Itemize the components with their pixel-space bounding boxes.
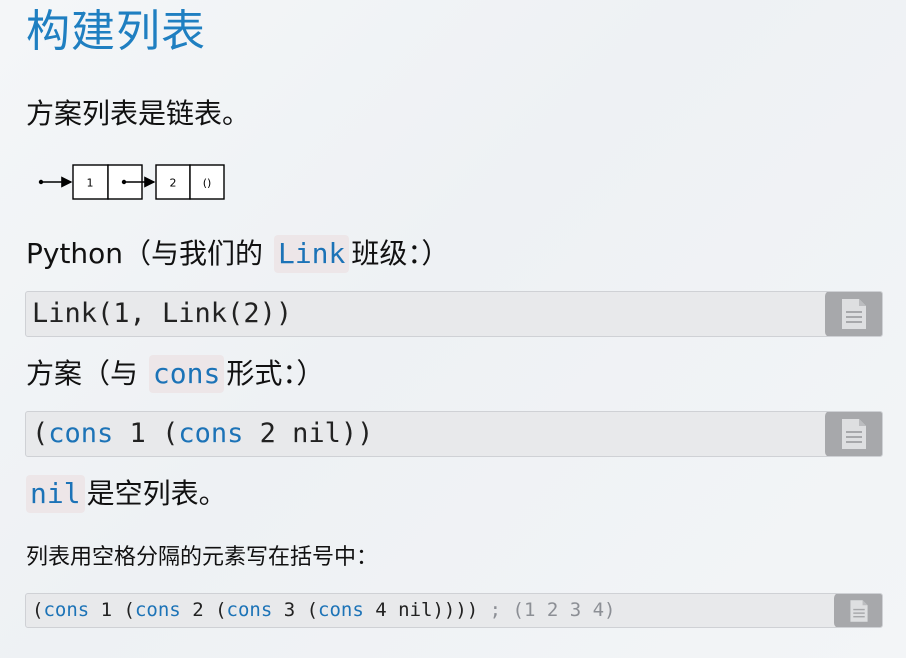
code-keyword: cons — [48, 418, 114, 449]
python-paragraph-suffix: 班级：） — [351, 237, 450, 270]
copy-document-icon — [849, 599, 868, 622]
copy-button[interactable] — [834, 594, 882, 627]
scheme-paragraph-suffix: 形式：） — [226, 357, 325, 390]
copy-button[interactable] — [825, 292, 882, 336]
code-token: ( — [32, 599, 44, 621]
cell-2-value: 2 — [170, 177, 177, 190]
code-token: 3 ( — [272, 599, 319, 621]
code-comment: ; (1 2 3 4) — [478, 599, 616, 621]
long-scheme-code-block: (cons 1 (cons 2 (cons 3 (cons 4 nil)))) … — [25, 593, 883, 628]
linked-list-diagram: 1 2 () — [38, 164, 225, 200]
scheme-paragraph-prefix: 方案（与 — [26, 357, 147, 390]
inline-code-cons: cons — [148, 355, 225, 393]
scheme-code-block: (cons 1 (cons 2 nil)) — [25, 411, 883, 457]
code-token: 4 nil)))) — [363, 599, 479, 621]
code-token: 1 ( — [113, 418, 179, 449]
code-keyword: cons — [226, 599, 273, 621]
code-token: ( — [32, 418, 49, 449]
code-keyword: cons — [318, 599, 364, 621]
copy-document-icon — [842, 419, 866, 449]
python-paragraph-prefix: Python（与我们的 — [26, 237, 272, 270]
scheme-paragraph: 方案（与 cons 形式：） — [26, 354, 324, 394]
inline-code-link: Link — [273, 235, 350, 273]
inline-code-nil: nil — [26, 475, 85, 513]
code-token: 2 ( — [180, 599, 227, 621]
code-token: 2 nil)) — [243, 418, 374, 449]
code-keyword: cons — [134, 599, 181, 621]
nil-paragraph-suffix: 是空列表。 — [86, 477, 227, 510]
space-separated-paragraph: 列表用空格分隔的元素写在括号中： — [26, 545, 379, 570]
copy-document-icon — [842, 299, 866, 329]
cell-2-rest: () — [203, 177, 212, 190]
python-paragraph: Python（与我们的 Link 班级：） — [26, 234, 449, 274]
code-keyword: cons — [178, 418, 244, 449]
copy-button[interactable] — [825, 412, 882, 456]
page-title: 构建列表 — [26, 6, 206, 57]
code-token: 1 ( — [89, 599, 135, 621]
nil-paragraph: nil 是空列表。 — [24, 474, 227, 514]
intro-paragraph: 方案列表是链表。 — [26, 97, 251, 130]
cell-1-value: 1 — [87, 177, 94, 190]
python-code-text: Link(1, Link(2)) — [32, 298, 293, 329]
code-keyword: cons — [43, 599, 90, 621]
python-code-block: Link(1, Link(2)) — [25, 291, 883, 337]
